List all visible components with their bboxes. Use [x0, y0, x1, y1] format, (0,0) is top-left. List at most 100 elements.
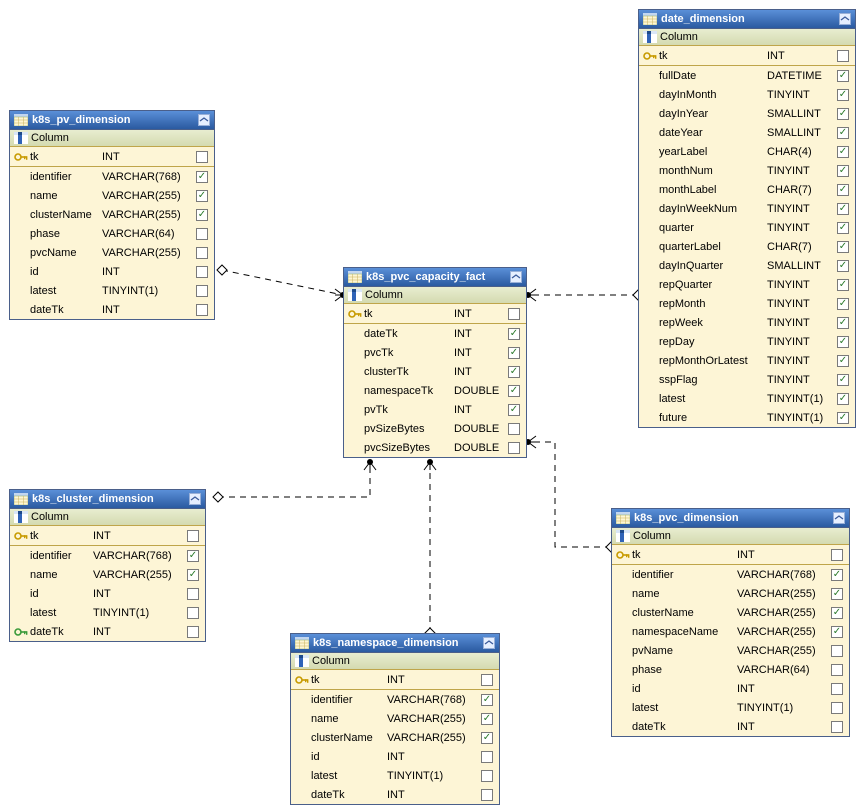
- table-row[interactable]: dateYearSMALLINT: [639, 123, 855, 142]
- table-row[interactable]: tkINT: [10, 526, 205, 546]
- column-required-check[interactable]: [194, 171, 210, 183]
- column-required-check[interactable]: [835, 298, 851, 310]
- table-row[interactable]: futureTINYINT(1): [639, 408, 855, 427]
- table-row[interactable]: monthNumTINYINT: [639, 161, 855, 180]
- column-required-check[interactable]: [506, 328, 522, 340]
- column-required-check[interactable]: [194, 304, 210, 316]
- table-row[interactable]: latestTINYINT(1): [639, 389, 855, 408]
- table-row[interactable]: clusterNameVARCHAR(255): [10, 205, 214, 224]
- column-required-check[interactable]: [479, 713, 495, 725]
- table-k8s_cluster_dimension[interactable]: k8s_cluster_dimensionColumntkINTidentifi…: [9, 489, 206, 642]
- table-row[interactable]: idINT: [10, 262, 214, 281]
- table-row[interactable]: phaseVARCHAR(64): [612, 660, 849, 679]
- table-row[interactable]: clusterNameVARCHAR(255): [612, 603, 849, 622]
- column-required-check[interactable]: [829, 645, 845, 657]
- table-row[interactable]: latestTINYINT(1): [10, 281, 214, 300]
- column-required-check[interactable]: [185, 569, 201, 581]
- column-required-check[interactable]: [185, 607, 201, 619]
- column-required-check[interactable]: [835, 355, 851, 367]
- table-row[interactable]: namespaceTkDOUBLE: [344, 381, 526, 400]
- column-required-check[interactable]: [829, 664, 845, 676]
- column-required-check[interactable]: [506, 308, 522, 320]
- column-required-check[interactable]: [479, 674, 495, 686]
- table-row[interactable]: monthLabelCHAR(7): [639, 180, 855, 199]
- table-row[interactable]: latestTINYINT(1): [10, 603, 205, 622]
- table-row[interactable]: phaseVARCHAR(64): [10, 224, 214, 243]
- table-row[interactable]: identifierVARCHAR(768): [10, 546, 205, 565]
- table-row[interactable]: pvSizeBytesDOUBLE: [344, 419, 526, 438]
- table-title-bar[interactable]: date_dimension: [639, 10, 855, 29]
- table-row[interactable]: tkINT: [612, 545, 849, 565]
- column-required-check[interactable]: [829, 702, 845, 714]
- table-row[interactable]: tkINT: [344, 304, 526, 324]
- table-row[interactable]: pvcTkINT: [344, 343, 526, 362]
- column-required-check[interactable]: [835, 89, 851, 101]
- table-row[interactable]: tkINT: [639, 46, 855, 66]
- column-required-check[interactable]: [835, 336, 851, 348]
- column-required-check[interactable]: [506, 442, 522, 454]
- table-date_dimension[interactable]: date_dimensionColumntkINTfullDateDATETIM…: [638, 9, 856, 428]
- column-required-check[interactable]: [835, 241, 851, 253]
- table-row[interactable]: dayInYearSMALLINT: [639, 104, 855, 123]
- column-required-check[interactable]: [194, 209, 210, 221]
- table-row[interactable]: pvcSizeBytesDOUBLE: [344, 438, 526, 457]
- column-required-check[interactable]: [479, 732, 495, 744]
- column-required-check[interactable]: [829, 569, 845, 581]
- table-row[interactable]: dateTkINT: [344, 324, 526, 343]
- table-row[interactable]: repWeekTINYINT: [639, 313, 855, 332]
- table-row[interactable]: repMonthTINYINT: [639, 294, 855, 313]
- column-required-check[interactable]: [194, 228, 210, 240]
- collapse-icon[interactable]: [833, 512, 845, 524]
- table-row[interactable]: idINT: [612, 679, 849, 698]
- table-row[interactable]: pvcNameVARCHAR(255): [10, 243, 214, 262]
- table-row[interactable]: nameVARCHAR(255): [10, 565, 205, 584]
- table-row[interactable]: nameVARCHAR(255): [612, 584, 849, 603]
- column-required-check[interactable]: [506, 366, 522, 378]
- collapse-icon[interactable]: [839, 13, 851, 25]
- column-required-check[interactable]: [194, 190, 210, 202]
- collapse-icon[interactable]: [510, 271, 522, 283]
- table-title-bar[interactable]: k8s_namespace_dimension: [291, 634, 499, 653]
- table-row[interactable]: tkINT: [10, 147, 214, 167]
- table-row[interactable]: dayInMonthTINYINT: [639, 85, 855, 104]
- table-row[interactable]: dateTkINT: [291, 785, 499, 804]
- table-row[interactable]: dayInWeekNumTINYINT: [639, 199, 855, 218]
- table-row[interactable]: clusterNameVARCHAR(255): [291, 728, 499, 747]
- table-row[interactable]: dateTkINT: [10, 300, 214, 319]
- column-required-check[interactable]: [479, 789, 495, 801]
- column-required-check[interactable]: [835, 222, 851, 234]
- column-required-check[interactable]: [835, 317, 851, 329]
- column-required-check[interactable]: [835, 412, 851, 424]
- table-row[interactable]: sspFlagTINYINT: [639, 370, 855, 389]
- column-required-check[interactable]: [185, 588, 201, 600]
- table-row[interactable]: namespaceNameVARCHAR(255): [612, 622, 849, 641]
- column-required-check[interactable]: [835, 70, 851, 82]
- column-required-check[interactable]: [185, 626, 201, 638]
- table-k8s_pvc_dimension[interactable]: k8s_pvc_dimensionColumntkINTidentifierVA…: [611, 508, 850, 737]
- column-required-check[interactable]: [835, 279, 851, 291]
- column-required-check[interactable]: [835, 108, 851, 120]
- table-row[interactable]: pvTkINT: [344, 400, 526, 419]
- column-required-check[interactable]: [829, 588, 845, 600]
- collapse-icon[interactable]: [198, 114, 210, 126]
- column-required-check[interactable]: [506, 347, 522, 359]
- column-required-check[interactable]: [506, 385, 522, 397]
- table-k8s_pv_dimension[interactable]: k8s_pv_dimensionColumntkINTidentifierVAR…: [9, 110, 215, 320]
- table-row[interactable]: yearLabelCHAR(4): [639, 142, 855, 161]
- column-required-check[interactable]: [835, 393, 851, 405]
- column-required-check[interactable]: [835, 203, 851, 215]
- table-row[interactable]: identifierVARCHAR(768): [10, 167, 214, 186]
- table-row[interactable]: nameVARCHAR(255): [291, 709, 499, 728]
- column-required-check[interactable]: [194, 285, 210, 297]
- table-row[interactable]: identifierVARCHAR(768): [291, 690, 499, 709]
- table-row[interactable]: quarterTINYINT: [639, 218, 855, 237]
- column-required-check[interactable]: [185, 530, 201, 542]
- table-row[interactable]: idINT: [10, 584, 205, 603]
- column-required-check[interactable]: [829, 607, 845, 619]
- collapse-icon[interactable]: [483, 637, 495, 649]
- column-required-check[interactable]: [829, 683, 845, 695]
- table-row[interactable]: repQuarterTINYINT: [639, 275, 855, 294]
- table-row[interactable]: tkINT: [291, 670, 499, 690]
- column-required-check[interactable]: [194, 151, 210, 163]
- table-row[interactable]: idINT: [291, 747, 499, 766]
